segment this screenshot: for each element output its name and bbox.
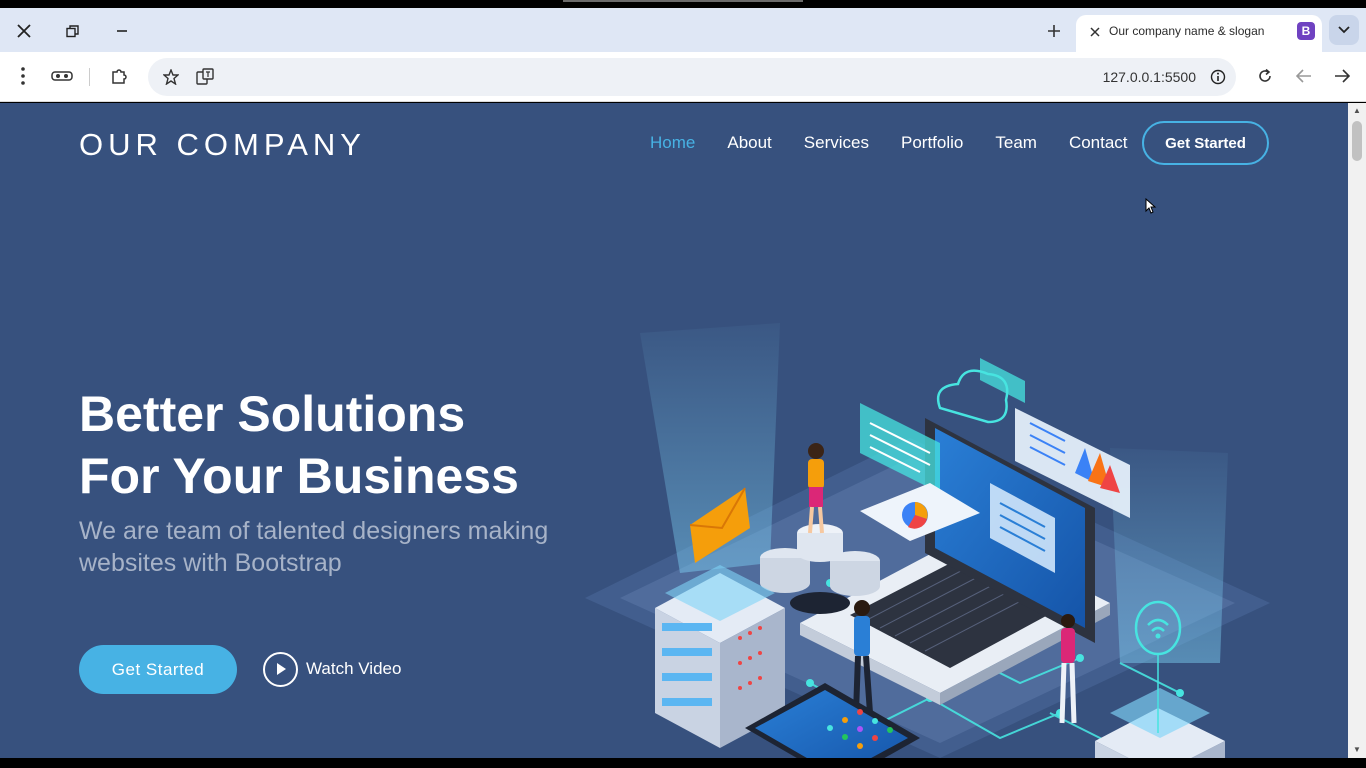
nav-team[interactable]: Team [995, 133, 1037, 153]
minimize-window-icon[interactable] [107, 16, 137, 46]
close-window-icon[interactable] [9, 16, 39, 46]
mouse-cursor-icon [1145, 198, 1157, 214]
screen-bottom-border [0, 758, 1366, 768]
bookmark-star-icon[interactable] [160, 66, 182, 88]
bootstrap-favicon-icon: B [1297, 22, 1315, 40]
watch-video-label: Watch Video [306, 659, 402, 678]
main-nav: Home About Services Portfolio Team Conta… [650, 133, 1160, 153]
extensions-puzzle-icon[interactable] [106, 62, 134, 90]
hero-get-started-button[interactable]: Get Started [79, 645, 237, 694]
site-logo[interactable]: OUR COMPANY [79, 127, 366, 163]
tab-search-dropdown-icon[interactable] [1329, 15, 1359, 45]
play-circle-icon[interactable] [263, 651, 298, 687]
back-arrow-icon[interactable] [1290, 62, 1318, 90]
tab-title: Our company name & slogan [1109, 24, 1265, 38]
site-info-icon[interactable] [1208, 67, 1228, 87]
nav-about[interactable]: About [727, 133, 771, 153]
nav-get-started-button[interactable]: Get Started [1142, 121, 1269, 165]
address-bar[interactable]: 127.0.0.1:5500 [148, 58, 1236, 96]
nav-home[interactable]: Home [650, 133, 695, 153]
reload-icon[interactable] [1251, 62, 1279, 90]
hero-isometric-illustration [585, 323, 1270, 758]
translate-icon[interactable] [194, 66, 216, 88]
watch-video-link[interactable]: Watch Video [263, 651, 401, 687]
restore-window-icon[interactable] [57, 16, 87, 46]
scroll-up-arrow-icon[interactable]: ▲ [1352, 106, 1362, 116]
hero-subtitle: We are team of talented designers making… [79, 517, 549, 577]
toolbar-divider [89, 68, 90, 86]
hero-title: Better Solutions For Your Business [79, 383, 619, 507]
profile-icon[interactable] [48, 62, 76, 90]
active-tab[interactable]: Our company name & slogan B [1076, 15, 1322, 52]
screen-top-border [0, 0, 1366, 8]
browser-toolbar: 127.0.0.1:5500 [0, 52, 1366, 102]
url-text: 127.0.0.1:5500 [1102, 69, 1196, 85]
nav-services[interactable]: Services [804, 133, 869, 153]
hero-title-line2: For Your Business [79, 448, 519, 504]
menu-kebab-icon[interactable] [9, 62, 37, 90]
nav-contact[interactable]: Contact [1069, 133, 1128, 153]
scrollbar-thumb[interactable] [1352, 121, 1362, 161]
nav-portfolio[interactable]: Portfolio [901, 133, 963, 153]
new-tab-icon[interactable] [1039, 16, 1069, 46]
hero-title-line1: Better Solutions [79, 386, 466, 442]
scroll-down-arrow-icon[interactable]: ▼ [1352, 745, 1362, 755]
page-scrollbar[interactable]: ▲ ▼ [1348, 103, 1366, 758]
tab-close-icon[interactable] [1084, 21, 1106, 43]
browser-tab-bar: Our company name & slogan B [0, 8, 1366, 52]
forward-arrow-icon[interactable] [1328, 62, 1356, 90]
